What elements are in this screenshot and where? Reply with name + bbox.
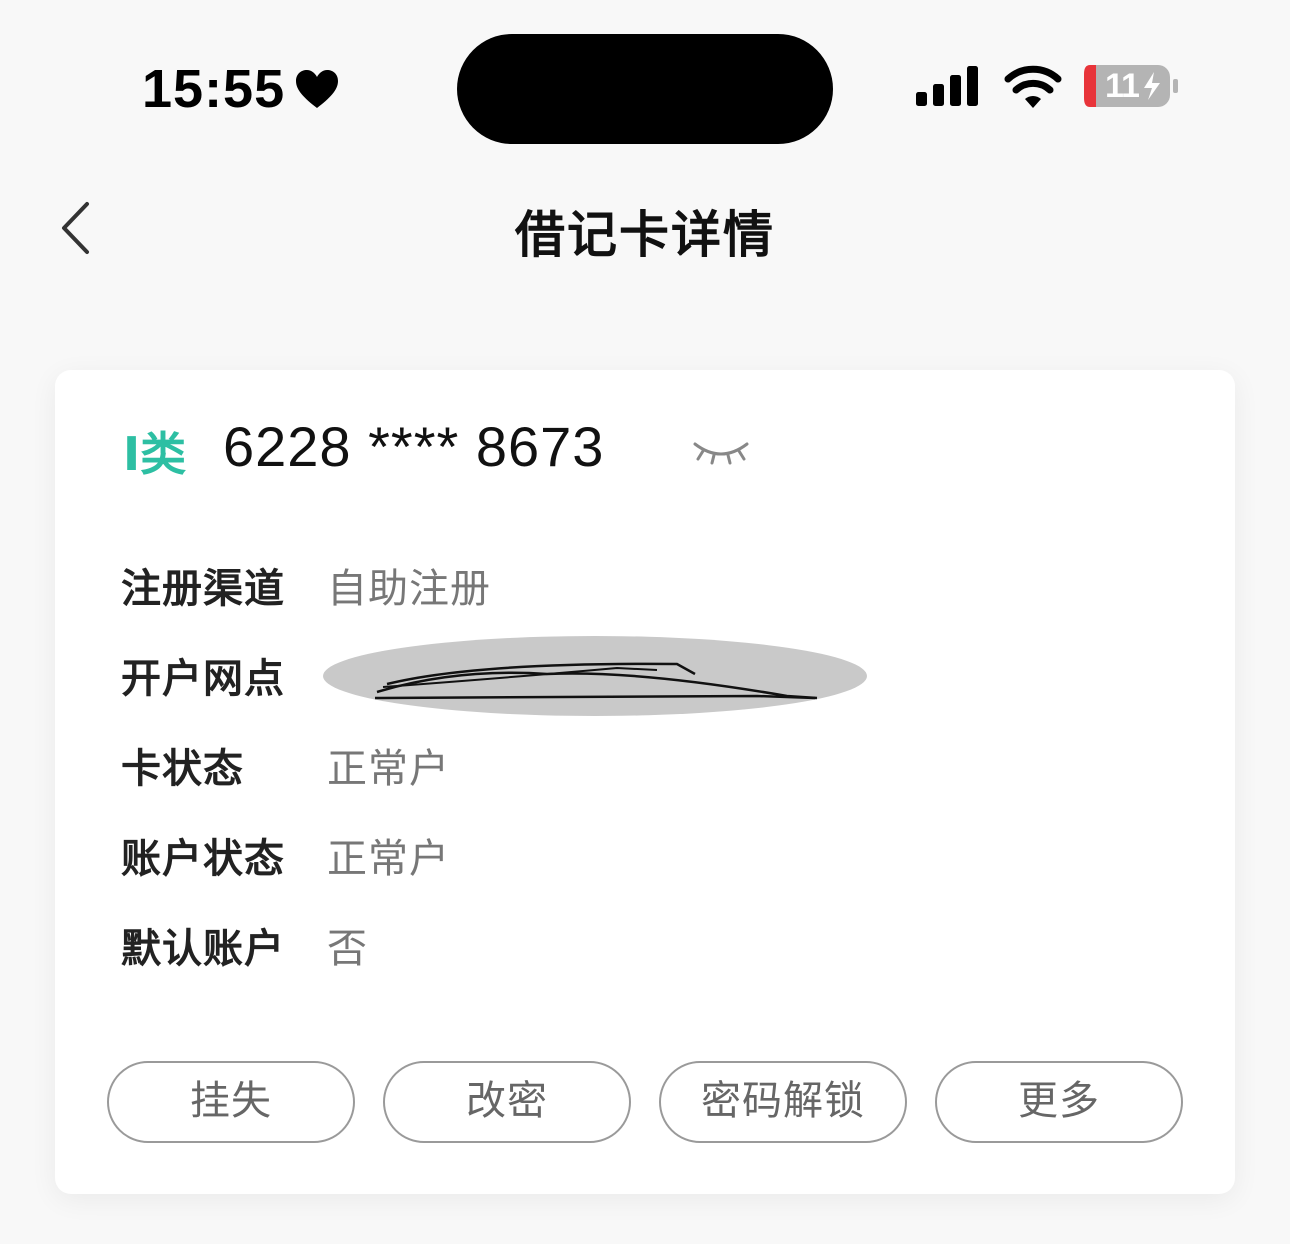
info-label: 注册渠道 (121, 566, 285, 612)
info-value: 正常户 (327, 746, 450, 792)
info-label: 账户状态 (121, 836, 285, 882)
redaction-scribble (323, 636, 867, 716)
info-row-account-status: 账户状态 正常户 (121, 826, 1021, 882)
signal-icon (916, 66, 978, 106)
unlock-password-button[interactable]: 密码解锁 (659, 1061, 907, 1143)
info-value: 否 (327, 926, 368, 972)
card-type-badge: I类 (123, 427, 187, 481)
dynamic-island (457, 34, 833, 144)
info-label: 默认账户 (121, 926, 285, 972)
info-row-register-channel: 注册渠道 自助注册 (121, 556, 1021, 612)
page-title: 借记卡详情 (515, 206, 775, 264)
more-button[interactable]: 更多 (935, 1061, 1183, 1143)
debit-card-panel: I类 6228 **** 8673 注册渠道 自助注册 开户网点 卡状态 正常户… (55, 370, 1235, 1194)
info-value: 自助注册 (327, 566, 491, 612)
info-value: 正常户 (327, 836, 450, 882)
battery-level: 11 (1105, 67, 1140, 105)
eye-closed-icon[interactable] (691, 432, 751, 468)
wifi-icon (1004, 65, 1062, 108)
card-number: 6228 **** 8673 (223, 415, 605, 478)
status-bar: 15:55 11 (0, 0, 1290, 170)
heart-icon (296, 70, 338, 108)
change-password-button[interactable]: 改密 (383, 1061, 631, 1143)
action-buttons: 挂失 改密 密码解锁 更多 (107, 1061, 1183, 1143)
report-loss-button[interactable]: 挂失 (107, 1061, 355, 1143)
status-time: 15:55 (142, 59, 286, 119)
info-label: 开户网点 (121, 656, 285, 702)
info-row-card-status: 卡状态 正常户 (121, 736, 1021, 792)
info-label: 卡状态 (121, 746, 244, 792)
info-row-default-account: 默认账户 否 (121, 916, 1021, 972)
